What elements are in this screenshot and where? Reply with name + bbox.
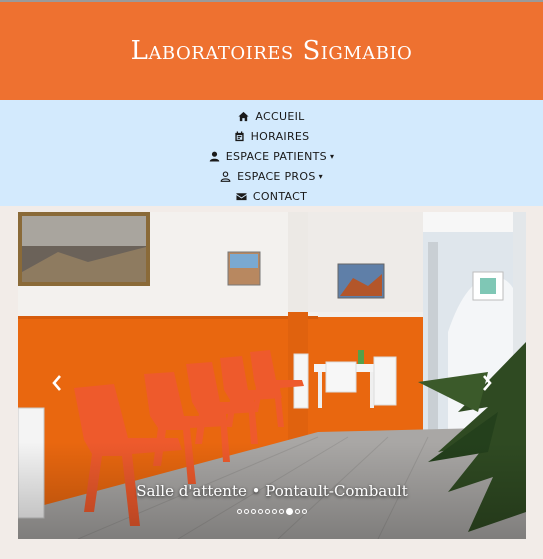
image-carousel[interactable]: Salle d'attente • Pontault-Combault: [18, 212, 526, 539]
carousel-indicators: [18, 508, 526, 515]
chevron-left-icon: [52, 375, 61, 391]
calendar-icon: [234, 130, 244, 141]
carousel-dot[interactable]: [237, 509, 242, 514]
chevron-right-icon: [483, 375, 492, 391]
site-header: Laboratoires Sigmabio: [0, 0, 543, 100]
carousel-dot[interactable]: [286, 508, 293, 515]
carousel-dot[interactable]: [244, 509, 249, 514]
slide-caption: Salle d'attente • Pontault-Combault: [136, 482, 408, 500]
carousel-dot[interactable]: [272, 509, 277, 514]
caret-down-icon: ▾: [318, 171, 323, 181]
nav-label: ACCUEIL: [255, 109, 305, 123]
envelope-icon: [236, 192, 247, 200]
site-title[interactable]: Laboratoires Sigmabio: [131, 36, 413, 66]
carousel-dot[interactable]: [302, 509, 307, 514]
nav-item-espace-patients[interactable]: ESPACE PATIENTS ▾: [209, 146, 335, 166]
caret-down-icon: ▾: [329, 151, 335, 161]
nav-label: ESPACE PATIENTS: [225, 149, 327, 163]
nav-item-contact[interactable]: CONTACT: [236, 186, 307, 206]
carousel-dot[interactable]: [251, 509, 256, 514]
carousel-dot[interactable]: [265, 509, 270, 514]
carousel-prev-button[interactable]: [48, 370, 66, 396]
carousel-dot[interactable]: [279, 509, 284, 514]
user-solid-icon: [209, 151, 219, 162]
nav-label: HORAIRES: [250, 129, 310, 143]
nav-label: ESPACE PROS: [237, 169, 316, 183]
carousel-next-button[interactable]: [478, 370, 496, 396]
user-outline-icon: [220, 170, 231, 182]
carousel-dot[interactable]: [295, 509, 300, 514]
nav-item-horaires[interactable]: HORAIRES: [234, 126, 310, 146]
nav-label: CONTACT: [252, 189, 308, 203]
carousel-dot[interactable]: [258, 509, 263, 514]
home-icon: [238, 111, 249, 121]
main-nav: ACCUEIL HORAIRES ESPACE PATIENTS ▾ ESPAC…: [0, 100, 543, 206]
nav-item-accueil[interactable]: ACCUEIL: [238, 106, 304, 126]
nav-item-espace-pros[interactable]: ESPACE PROS ▾: [220, 166, 323, 186]
